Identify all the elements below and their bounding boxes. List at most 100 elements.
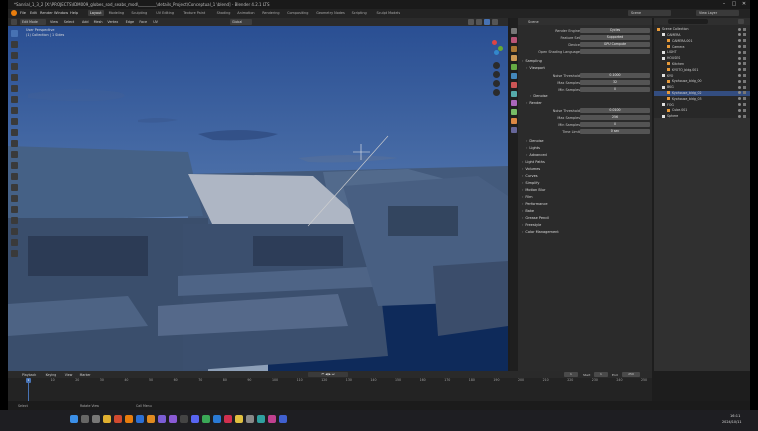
rendered-shading-icon[interactable] bbox=[492, 19, 498, 25]
blender-logo-icon[interactable] bbox=[11, 10, 17, 16]
visibility-eye-icon[interactable] bbox=[738, 108, 741, 112]
rip-icon[interactable] bbox=[11, 250, 18, 257]
visibility-eye-icon[interactable] bbox=[738, 85, 741, 89]
outliner-item[interactable]: Kyohouse_bldg_00 bbox=[654, 79, 750, 84]
solid-shading-icon[interactable] bbox=[476, 19, 482, 25]
view-layer-tab-icon[interactable] bbox=[511, 55, 517, 61]
timeline-menu-marker[interactable]: Marker bbox=[80, 373, 91, 377]
shrink-icon[interactable] bbox=[11, 228, 18, 235]
navigation-gizmo[interactable] bbox=[488, 36, 506, 96]
photoshop-icon[interactable] bbox=[136, 415, 144, 423]
perspective-toggle-icon[interactable] bbox=[493, 89, 500, 96]
world-tab-icon[interactable] bbox=[511, 73, 517, 79]
output-tab-icon[interactable] bbox=[511, 46, 517, 52]
browser-icon[interactable] bbox=[114, 415, 122, 423]
viewport-menu-view[interactable]: View bbox=[50, 20, 58, 24]
poly-build-icon[interactable] bbox=[11, 184, 18, 191]
viewport-menu-mesh[interactable]: Mesh bbox=[94, 20, 103, 24]
premiere-icon[interactable] bbox=[169, 415, 177, 423]
data-tab-icon[interactable] bbox=[511, 127, 517, 133]
knife-icon[interactable] bbox=[11, 173, 18, 180]
section-volumes-panel[interactable]: › Volumes bbox=[522, 167, 650, 173]
current-frame-field[interactable]: 1 bbox=[564, 372, 578, 377]
discord-icon[interactable] bbox=[191, 415, 199, 423]
outliner-item[interactable]: Kyohouse_bldg_03 bbox=[654, 97, 750, 102]
workspace-tab-rendering[interactable]: Rendering bbox=[260, 10, 281, 16]
workspace-tab-sculpt-models[interactable]: Sculpt Models bbox=[375, 10, 403, 16]
cursor-icon[interactable] bbox=[11, 41, 18, 48]
workspace-tab-scripting[interactable]: Scripting bbox=[350, 10, 369, 16]
visibility-eye-icon[interactable] bbox=[738, 44, 741, 48]
outliner-item[interactable]: FOG bbox=[654, 102, 750, 107]
timeline-menu-view[interactable]: View bbox=[65, 373, 73, 377]
wireframe-shading-icon[interactable] bbox=[468, 19, 474, 25]
outliner-item[interactable]: Cube.001 bbox=[654, 108, 750, 113]
render-camera-icon[interactable] bbox=[743, 50, 746, 54]
material-shading-icon[interactable] bbox=[484, 19, 490, 25]
prop-2-field[interactable]: GPU Compute bbox=[580, 42, 650, 47]
outliner-item[interactable]: Camera bbox=[654, 44, 750, 49]
scale-icon[interactable] bbox=[11, 74, 18, 81]
render-camera-icon[interactable] bbox=[743, 97, 746, 101]
section-simplify-panel[interactable]: › Simplify bbox=[522, 181, 650, 187]
workspace-tab-sculpting[interactable]: Sculpting bbox=[129, 10, 149, 16]
section-film-panel[interactable]: › Film bbox=[522, 195, 650, 201]
outliner-item[interactable]: Kyohouse_bldg_02 bbox=[654, 90, 750, 96]
viewport-menu-uv[interactable]: UV bbox=[153, 20, 158, 24]
section-advanced-panel[interactable]: › Advanced bbox=[526, 153, 654, 159]
render-camera-icon[interactable] bbox=[743, 79, 746, 83]
outliner-item[interactable]: KYOTO_bldg.001 bbox=[654, 68, 750, 73]
outliner-item[interactable]: BKG bbox=[654, 85, 750, 90]
render-sample-3-field[interactable]: 0 sec bbox=[580, 129, 650, 134]
visibility-eye-icon[interactable] bbox=[738, 50, 741, 54]
render-sample-1-field[interactable]: 256 bbox=[580, 115, 650, 120]
physics-tab-icon[interactable] bbox=[511, 109, 517, 115]
render-camera-icon[interactable] bbox=[743, 27, 746, 31]
menu-edit[interactable]: Edit bbox=[30, 11, 37, 15]
render-tab-icon[interactable] bbox=[511, 37, 517, 43]
playback-controls[interactable]: ⏮ ◀ ▶ ⏭ bbox=[308, 372, 348, 377]
visibility-eye-icon[interactable] bbox=[738, 56, 741, 60]
x-axis-icon[interactable] bbox=[492, 40, 497, 45]
workspace-tab-texture-paint[interactable]: Texture Paint bbox=[181, 10, 207, 16]
visibility-eye-icon[interactable] bbox=[738, 97, 741, 101]
outliner-item[interactable]: CAMERA.001 bbox=[654, 39, 750, 44]
visibility-eye-icon[interactable] bbox=[738, 73, 741, 77]
filter-icon[interactable] bbox=[738, 19, 744, 24]
outliner-item[interactable]: HOUSES bbox=[654, 56, 750, 61]
edge-slide-icon[interactable] bbox=[11, 217, 18, 224]
spin-icon[interactable] bbox=[11, 195, 18, 202]
section-performance-panel[interactable]: › Performance bbox=[522, 202, 650, 208]
minimize-icon[interactable]: – bbox=[720, 1, 728, 8]
viewport-sample-0-field[interactable]: 0.1000 bbox=[580, 73, 650, 78]
section-freestyle-panel[interactable]: › Freestyle bbox=[522, 223, 650, 229]
view-layer-selector[interactable]: View Layer bbox=[696, 10, 739, 16]
inset-icon[interactable] bbox=[11, 140, 18, 147]
workspace-tab-animation[interactable]: Animation bbox=[235, 10, 256, 16]
section-denoise-panel[interactable]: › Denoise bbox=[526, 139, 654, 145]
render-sample-0-field[interactable]: 0.0100 bbox=[580, 108, 650, 113]
outliner-search-input[interactable] bbox=[668, 19, 708, 24]
visibility-eye-icon[interactable] bbox=[738, 91, 741, 95]
menu-render[interactable]: Render bbox=[40, 11, 53, 15]
sampling-panel[interactable]: › Sampling bbox=[522, 59, 650, 65]
search-icon[interactable] bbox=[81, 415, 89, 423]
app-icon[interactable] bbox=[257, 415, 265, 423]
prop-0-field[interactable]: Cycles bbox=[580, 28, 650, 33]
mail-icon[interactable] bbox=[213, 415, 221, 423]
transform-orientation[interactable]: Global bbox=[230, 19, 252, 25]
prop-1-field[interactable]: Supported bbox=[580, 35, 650, 40]
sampling-viewport-panel[interactable]: › Viewport bbox=[526, 66, 654, 72]
menu-help[interactable]: Help bbox=[70, 11, 78, 15]
aftereffects-icon[interactable] bbox=[158, 415, 166, 423]
outliner-item[interactable]: CAMERA bbox=[654, 33, 750, 38]
scene-selector[interactable]: Scene bbox=[628, 10, 671, 16]
visibility-eye-icon[interactable] bbox=[738, 102, 741, 106]
render-camera-icon[interactable] bbox=[743, 56, 746, 60]
visibility-eye-icon[interactable] bbox=[738, 27, 741, 31]
y-axis-icon[interactable] bbox=[498, 46, 503, 51]
visibility-eye-icon[interactable] bbox=[738, 33, 741, 37]
visibility-eye-icon[interactable] bbox=[738, 62, 741, 66]
constraints-tab-icon[interactable] bbox=[511, 118, 517, 124]
render-camera-icon[interactable] bbox=[743, 108, 746, 112]
